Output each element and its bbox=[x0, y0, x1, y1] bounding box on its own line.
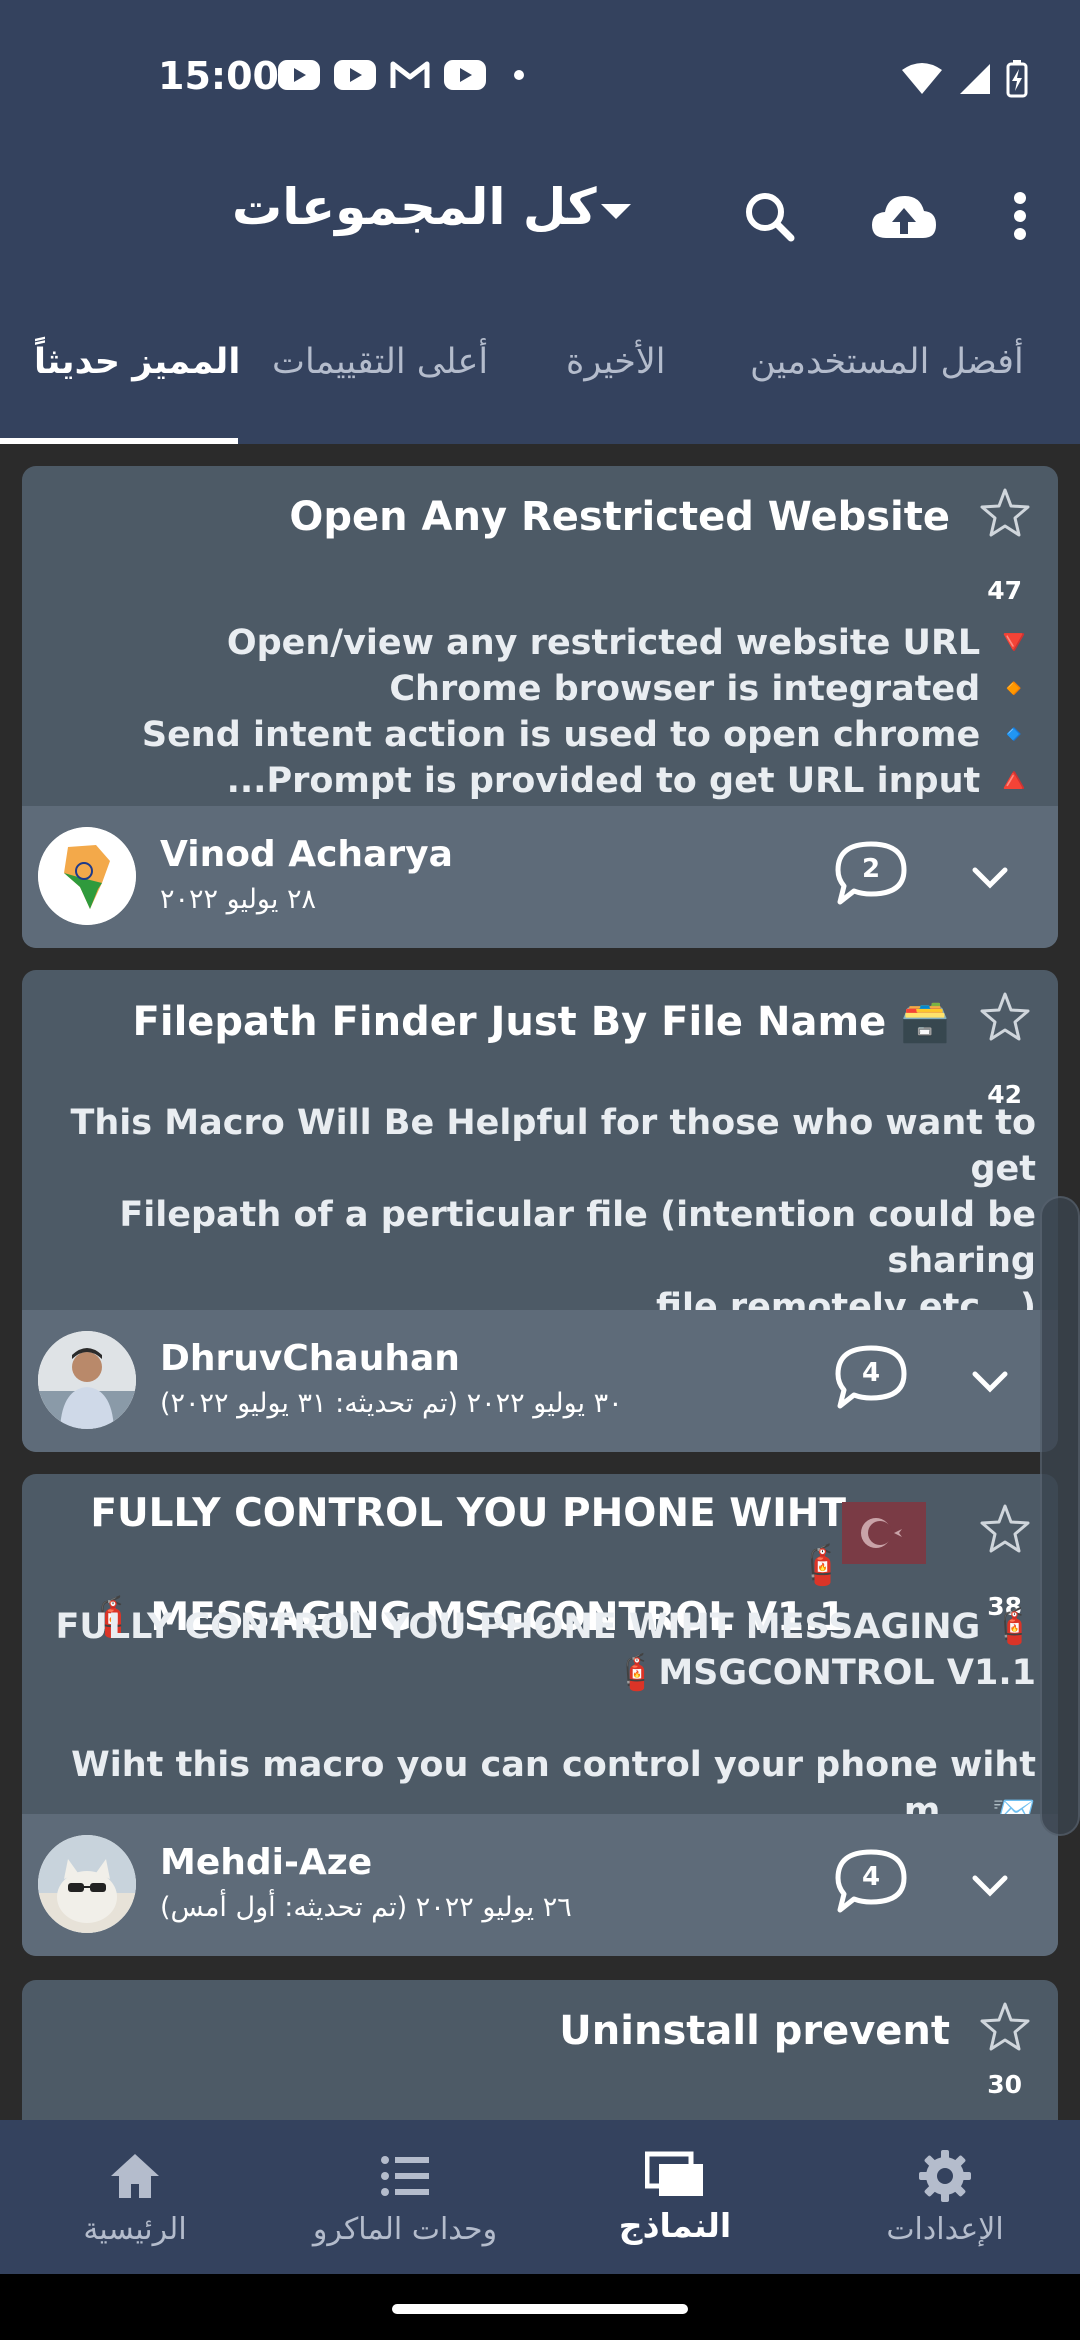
list-icon bbox=[381, 2156, 429, 2196]
card-footer: Vinod Acharya ٢٨ يوليو ٢٠٢٢ 2 bbox=[22, 806, 1058, 948]
description-line: Chrome browser is integrated 🔸 bbox=[389, 669, 1036, 709]
home-icon bbox=[111, 2154, 159, 2198]
template-list[interactable]: Open Any Restricted Website 47 Open/view… bbox=[0, 444, 1080, 2120]
star-icon[interactable] bbox=[978, 486, 1032, 540]
template-card[interactable]: Uninstall prevent 30 bbox=[22, 1980, 1058, 2120]
gesture-handle[interactable] bbox=[392, 2304, 688, 2314]
gesture-bar bbox=[0, 2274, 1080, 2340]
nav-home[interactable]: الرئيسية bbox=[0, 2120, 270, 2274]
description-line: Filepath of a perticular file (intention… bbox=[119, 1195, 1036, 1281]
star-count: 47 bbox=[987, 576, 1022, 605]
dot-icon bbox=[514, 70, 524, 80]
nav-label: الرئيسية bbox=[83, 2212, 187, 2247]
post-date: ٢٦ يوليو ٢٠٢٢ (تم تحديثه: أول أمس) bbox=[160, 1892, 572, 1923]
nav-settings[interactable]: الإعدادات bbox=[810, 2120, 1080, 2274]
template-card[interactable]: FULLY CONTROL YOU PHONE WIHT 🧯 🧯 MESSAGI… bbox=[22, 1474, 1058, 1956]
notification-icons bbox=[278, 60, 524, 90]
template-card[interactable]: Open Any Restricted Website 47 Open/view… bbox=[22, 466, 1058, 948]
tab-featured[interactable]: المميز حديثاً bbox=[34, 342, 240, 382]
description-line: 🧯MSGCONTROL V1.1 bbox=[614, 1653, 1036, 1693]
youtube-icon bbox=[444, 60, 486, 90]
more-vert-icon[interactable] bbox=[1000, 182, 1040, 252]
bottom-navigation: الرئيسية وحدات الماكرو النماذج الإعدادات bbox=[0, 2120, 1080, 2274]
description-line: ...Prompt is provided to get URL input 🔺 bbox=[226, 761, 1036, 801]
card-title: Open Any Restricted Website bbox=[289, 494, 950, 540]
comment-count[interactable]: 4 bbox=[832, 1862, 910, 1892]
app-bar: كل المجموعات bbox=[0, 160, 1080, 290]
signal-icon bbox=[960, 64, 990, 94]
card-description: FULLY CONTROL YOU PHONE WIHT MESSAGING 🧯… bbox=[22, 1604, 1036, 1834]
card-footer: DhruvChauhan ٣٠ يوليو ٢٠٢٢ (تم تحديثه: ٣… bbox=[22, 1310, 1058, 1452]
author-name[interactable]: DhruvChauhan bbox=[160, 1338, 460, 1379]
description-line: FULLY CONTROL YOU PHONE WIHT MESSAGING 🧯 bbox=[55, 1607, 1036, 1647]
gmail-icon bbox=[390, 61, 430, 88]
nav-label: الإعدادات bbox=[886, 2212, 1004, 2247]
post-date: ٣٠ يوليو ٢٠٢٢ (تم تحديثه: ٣١ يوليو ٢٠٢٢) bbox=[160, 1388, 623, 1419]
card-description: Open/view any restricted website URL 🔻 C… bbox=[142, 620, 1036, 804]
description-line: This Macro Will Be Helpful for those who… bbox=[70, 1103, 1037, 1189]
card-title: Uninstall prevent bbox=[559, 2008, 950, 2054]
star-icon[interactable] bbox=[978, 2000, 1032, 2054]
scrollbar[interactable] bbox=[1040, 1196, 1080, 1836]
tab-bar: المميز حديثاً أعلى التقييمات الأخيرة أفض… bbox=[0, 290, 1080, 444]
post-date: ٢٨ يوليو ٢٠٢٢ bbox=[160, 884, 316, 915]
templates-icon bbox=[645, 2151, 703, 2196]
star-icon[interactable] bbox=[978, 1502, 1032, 1556]
avatar[interactable] bbox=[38, 827, 136, 925]
comment-count[interactable]: 2 bbox=[832, 854, 910, 884]
nav-templates[interactable]: النماذج bbox=[540, 2120, 810, 2274]
star-icon[interactable] bbox=[978, 990, 1032, 1044]
card-description: This Macro Will Be Helpful for those who… bbox=[22, 1100, 1037, 1330]
cloud-upload-icon[interactable] bbox=[868, 182, 940, 252]
avatar[interactable] bbox=[38, 1835, 136, 1933]
battery-charging-icon bbox=[1006, 60, 1028, 98]
dropdown-icon[interactable] bbox=[601, 204, 631, 219]
description-line: Open/view any restricted website URL 🔻 bbox=[226, 623, 1036, 663]
wifi-icon bbox=[902, 63, 942, 94]
youtube-icon bbox=[334, 60, 376, 90]
nav-label: النماذج bbox=[618, 2206, 732, 2245]
turkey-flag-icon bbox=[842, 1502, 926, 1564]
nav-macros[interactable]: وحدات الماكرو bbox=[270, 2120, 540, 2274]
tab-top-rated[interactable]: أعلى التقييمات bbox=[272, 342, 488, 382]
template-card[interactable]: Filepath Finder Just By File Name 🗃️ 42 … bbox=[22, 970, 1058, 1452]
tab-top-users[interactable]: أفضل المستخدمين bbox=[750, 342, 1024, 382]
card-title: Filepath Finder Just By File Name 🗃️ bbox=[132, 999, 950, 1045]
status-time: 15:00 bbox=[158, 54, 279, 98]
avatar[interactable] bbox=[38, 1331, 136, 1429]
status-bar: 15:00 bbox=[0, 0, 1080, 160]
chevron-down-icon[interactable] bbox=[967, 1862, 1013, 1908]
search-icon[interactable] bbox=[735, 182, 805, 252]
chevron-down-icon[interactable] bbox=[967, 1358, 1013, 1404]
star-count: 30 bbox=[987, 2070, 1022, 2099]
group-selector-title[interactable]: كل المجموعات bbox=[232, 178, 597, 236]
gear-icon bbox=[919, 2150, 971, 2202]
author-name[interactable]: Mehdi-Aze bbox=[160, 1842, 372, 1883]
system-icons bbox=[900, 60, 1028, 98]
comment-count[interactable]: 4 bbox=[832, 1358, 910, 1388]
description-line: Send intent action is used to open chrom… bbox=[141, 715, 1036, 755]
tab-recent[interactable]: الأخيرة bbox=[566, 342, 666, 382]
author-name[interactable]: Vinod Acharya bbox=[160, 834, 453, 875]
youtube-icon bbox=[278, 60, 320, 90]
description-line bbox=[22, 1696, 1036, 1742]
card-footer: Mehdi-Aze ٢٦ يوليو ٢٠٢٢ (تم تحديثه: أول … bbox=[22, 1814, 1058, 1956]
nav-label: وحدات الماكرو bbox=[312, 2212, 498, 2247]
card-title-line: FULLY CONTROL YOU PHONE WIHT 🧯 bbox=[90, 1491, 846, 1588]
chevron-down-icon[interactable] bbox=[967, 854, 1013, 900]
